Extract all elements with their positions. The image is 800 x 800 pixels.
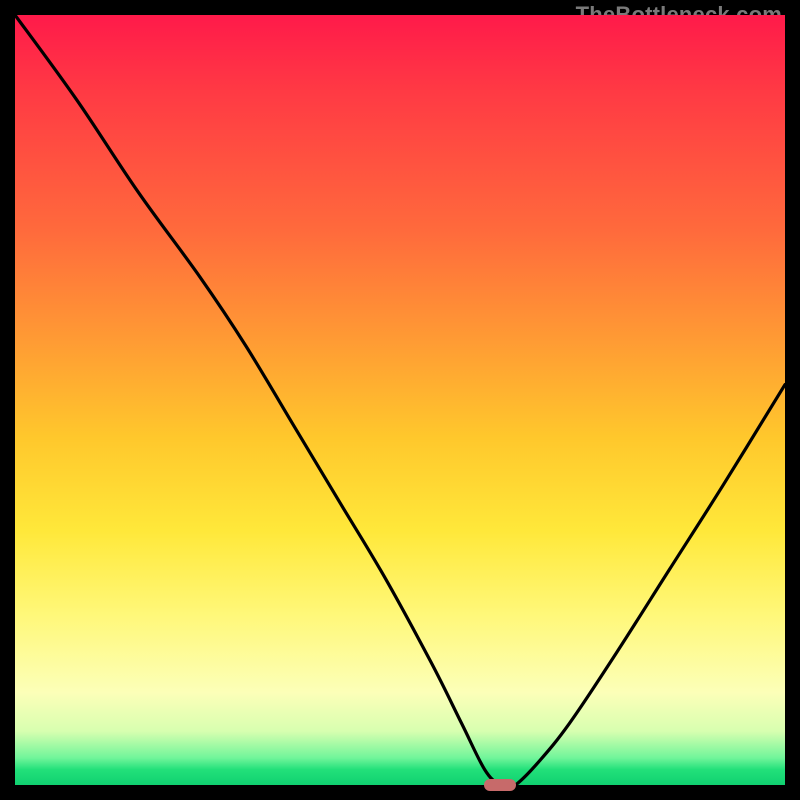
plot-area xyxy=(15,15,785,785)
optimal-point-marker xyxy=(484,779,516,791)
bottleneck-curve xyxy=(15,15,785,785)
chart-stage: TheBottleneck.com xyxy=(0,0,800,800)
